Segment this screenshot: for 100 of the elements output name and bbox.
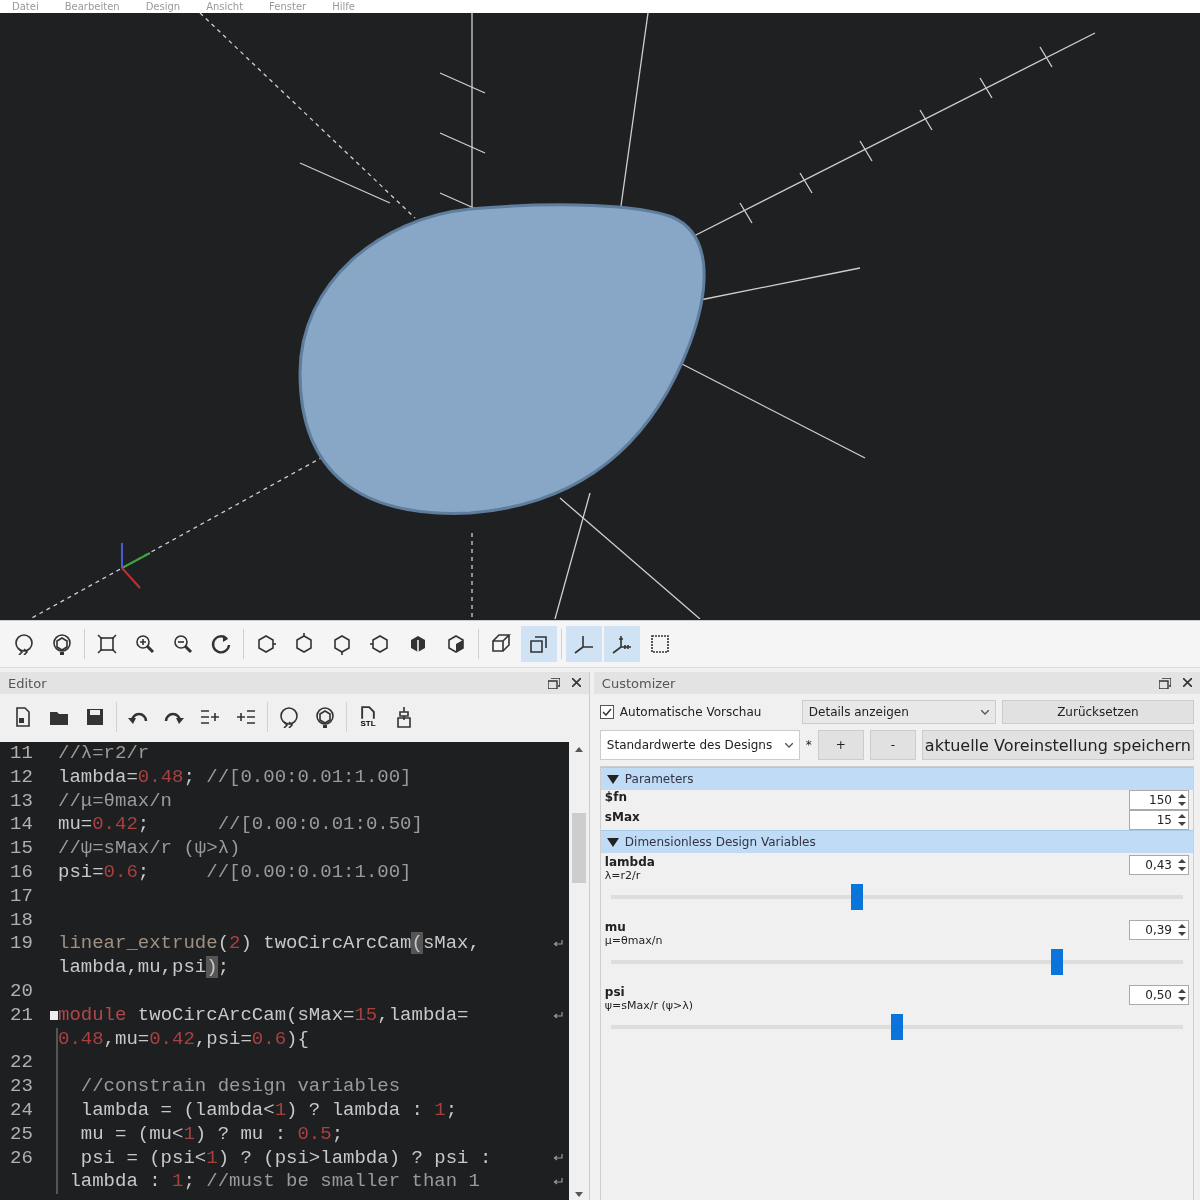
cube-right-icon (255, 633, 277, 655)
spin-arrows-icon[interactable] (1178, 793, 1186, 807)
close-icon[interactable] (1183, 677, 1192, 687)
scroll-down-icon[interactable] (574, 1192, 583, 1197)
scrollbar-thumb[interactable] (571, 813, 586, 883)
checkbox-label[interactable]: Automatische Vorschau (619, 705, 762, 719)
float-icon[interactable] (1159, 677, 1171, 689)
spin-arrows-icon[interactable] (1178, 813, 1186, 827)
parameter-description: ψ=sMax/r (ψ>λ) (604, 999, 694, 1012)
dock-title: Customizer (601, 675, 676, 691)
reset-view-icon (210, 633, 232, 655)
zoom-in-icon (134, 633, 156, 655)
code-line: module twoCircArcCam(sMax=15,lambda= (58, 1003, 469, 1028)
dock-title: Editor (8, 675, 47, 691)
checkbox[interactable] (599, 705, 614, 719)
axes-scale-icon (611, 633, 633, 655)
expanded-triangle-icon[interactable] (606, 837, 619, 847)
expanded-triangle-icon[interactable] (606, 774, 619, 784)
line-number: 25 (10, 1122, 33, 1145)
group-title[interactable]: Parameters (624, 772, 694, 786)
toolbar-button[interactable] (604, 626, 640, 662)
line-number: 19 (10, 932, 33, 955)
code-line: lambda,mu,psi); (58, 956, 230, 980)
spin-box[interactable]: 0,43 (1129, 855, 1189, 875)
preset-dropdown[interactable]: Standardwerte des Designs (599, 730, 800, 760)
toolbar-button[interactable] (521, 626, 557, 662)
line-number: 17 (10, 884, 33, 907)
code-line: psi=0.6; //[0.00:0.01:1.00] (58, 861, 412, 885)
perspective-cube-icon (490, 633, 512, 655)
spin-arrows-icon[interactable] (1178, 988, 1186, 1002)
parameter-name: $fn (604, 790, 627, 804)
parameter-description: μ=θmax/n (604, 934, 663, 947)
reset-button[interactable]: Zurücksetzen (1001, 700, 1194, 724)
slider-thumb[interactable] (1051, 949, 1064, 975)
fold-marker-icon[interactable] (50, 1011, 58, 1021)
parameter-name: sMax (604, 810, 640, 824)
zoom-out-icon (172, 633, 194, 655)
line-number: 13 (10, 789, 33, 812)
code-line: //ψ=sMax/r (ψ>λ) (58, 837, 241, 861)
slider[interactable] (610, 884, 1183, 910)
float-icon[interactable] (547, 677, 560, 689)
add-preset-button[interactable]: + (817, 730, 864, 760)
spin-box[interactable]: 150 (1129, 790, 1189, 810)
code-line: lambda = (lambda<1) ? lambda : 1; (79, 1098, 458, 1123)
modified-mark: * (805, 738, 812, 752)
parameter-name: lambda (604, 855, 655, 869)
view-all-icon (96, 633, 118, 655)
save-icon (84, 706, 106, 728)
code-line: lambda : 1; //must be smaller than 1 (68, 1170, 480, 1195)
save-preset-button[interactable]: aktuelle Voreinstellung speichern (921, 730, 1194, 760)
code-line: mu=0.42; //[0.00:0.01:0.50] (58, 813, 423, 838)
line-number: 22 (10, 1051, 33, 1074)
line-number: 15 (10, 837, 33, 860)
cube-top-icon (293, 633, 315, 655)
caret-icon (784, 742, 793, 748)
code-line: //μ=θmax/n (58, 789, 173, 814)
spin-arrows-icon[interactable] (1178, 858, 1186, 872)
line-number: 18 (10, 908, 33, 931)
export-icon (361, 706, 375, 720)
parameter-name: psi (604, 985, 626, 999)
code-line: mu = (mu<1) ? mu : 0.5; (79, 1122, 344, 1147)
slider[interactable] (610, 949, 1183, 975)
line-number: 21 (10, 1003, 33, 1026)
line-number: 12 (10, 765, 33, 788)
code-line: psi = (psi<1) ? (psi>lambda) ? psi : (79, 1146, 492, 1171)
line-number: 24 (10, 1098, 33, 1121)
code-line: lambda=0.48; //[0.00:0.01:1.00] (58, 765, 412, 790)
axes-gizmo-icon (121, 542, 151, 589)
remove-preset-button[interactable]: - (869, 730, 916, 760)
group-title[interactable]: Dimensionless Design Variables (624, 835, 816, 849)
line-number: 11 (10, 742, 33, 764)
spin-arrows-icon[interactable] (1178, 923, 1186, 937)
line-number: 16 (10, 861, 33, 883)
caret-icon (980, 709, 989, 715)
orthogonal-cube-icon (528, 633, 550, 655)
axes-icon (573, 633, 595, 655)
slider[interactable] (610, 1014, 1183, 1040)
line-number: 26 (10, 1146, 33, 1169)
code-line: //λ=r2/r (58, 742, 150, 766)
slider-thumb[interactable] (890, 1014, 903, 1040)
spin-box[interactable]: 0,39 (1129, 920, 1189, 940)
spin-box[interactable]: 0,50 (1129, 985, 1189, 1005)
toolbar-button[interactable] (566, 626, 602, 662)
line-number: 20 (10, 979, 33, 1002)
edges-icon (649, 633, 671, 655)
spin-box[interactable]: 15 (1129, 810, 1189, 830)
scrollbar[interactable] (568, 742, 589, 1200)
cube-left-icon (369, 633, 391, 655)
cube-back-icon (445, 633, 467, 655)
scroll-up-icon[interactable] (574, 747, 583, 752)
code-line: //constrain design variables (79, 1075, 401, 1099)
slider-thumb[interactable] (850, 884, 863, 910)
toolbar-button[interactable]: STL (351, 700, 385, 734)
cube-bottom-icon (331, 633, 353, 655)
parameter-name: mu (604, 920, 627, 934)
line-number: 14 (10, 813, 33, 836)
parameter-description: λ=r2/r (604, 869, 642, 882)
code-line: 0.48,mu=0.42,psi=0.6){ (58, 1027, 309, 1052)
close-icon[interactable] (571, 677, 581, 687)
details-dropdown[interactable]: Details anzeigen (801, 700, 996, 724)
